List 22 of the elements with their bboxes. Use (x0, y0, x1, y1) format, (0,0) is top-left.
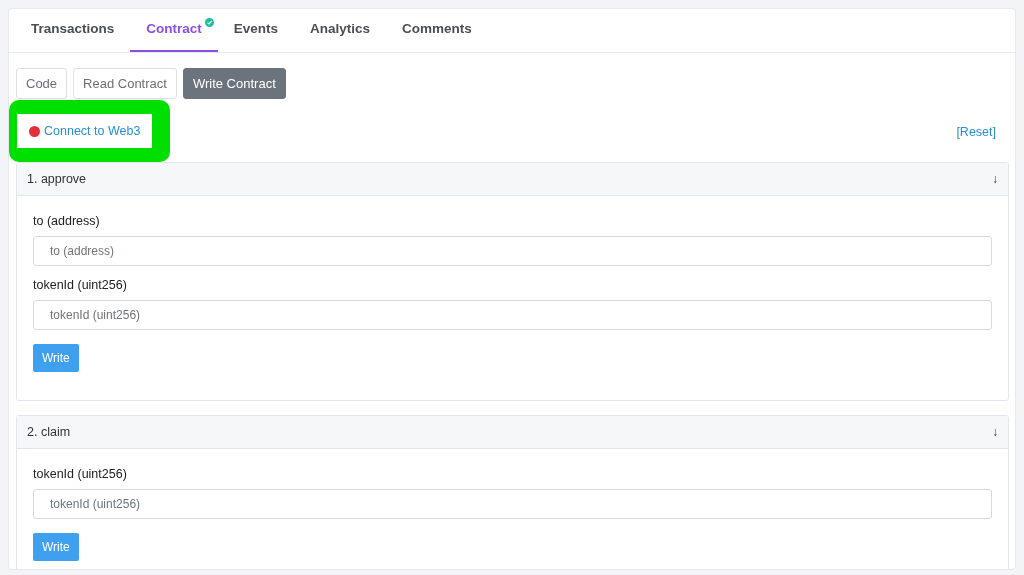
sub-tab[interactable]: Read Contract (73, 68, 177, 99)
input-field[interactable]: tokenId (uint256) (33, 300, 992, 330)
sub-tab[interactable]: Code (16, 68, 68, 99)
tab[interactable]: Analytics (294, 9, 387, 52)
function-title: 1. approve (27, 172, 87, 186)
verified-icon (204, 18, 214, 27)
tab[interactable]: Comments (386, 9, 488, 52)
field-label: tokenId (uint256) (33, 278, 128, 292)
expand-arrow[interactable]: ↓ (992, 172, 998, 186)
input-field[interactable]: to (address) (33, 236, 992, 266)
field-label: to (address) (33, 214, 101, 228)
function-header[interactable]: 1. approve ↓ (17, 163, 1008, 196)
tab[interactable]: Transactions (15, 9, 131, 52)
tab[interactable]: Events (217, 9, 295, 52)
function-header[interactable]: 2. claim ↓ (17, 416, 1008, 449)
tab[interactable]: Contract (130, 9, 218, 52)
expand-arrow[interactable]: ↓ (992, 425, 998, 439)
function-title: 2. claim (27, 425, 71, 439)
input-field[interactable]: tokenId (uint256) (33, 489, 992, 519)
field-label: tokenId (uint256) (33, 467, 128, 481)
reset-link[interactable]: [Reset] (956, 124, 996, 139)
sub-tab[interactable]: Write Contract (182, 68, 286, 99)
